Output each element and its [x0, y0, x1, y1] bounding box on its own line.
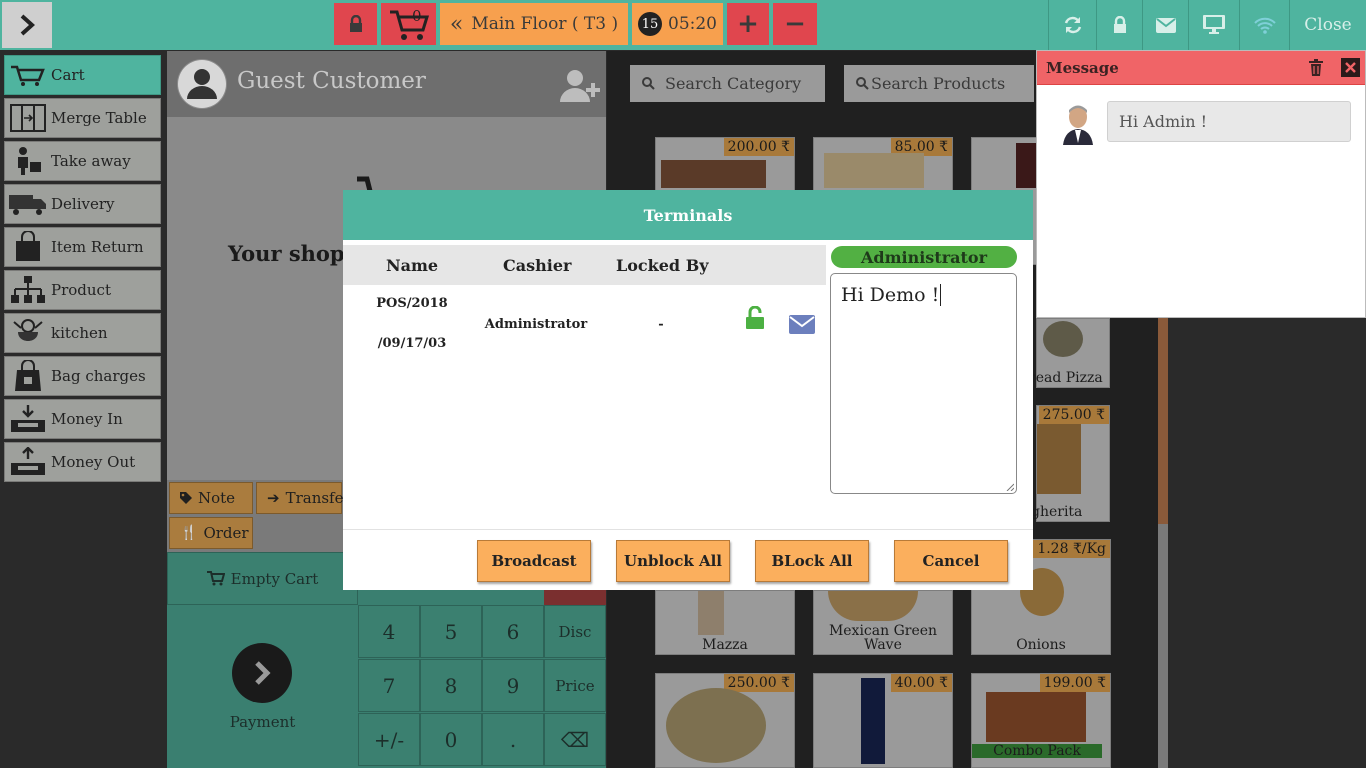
menu-toggle-button[interactable]: [2, 2, 52, 48]
cancel-button[interactable]: Cancel: [894, 540, 1008, 582]
timer-display: 15 05:20: [632, 3, 723, 45]
unlock-terminal-button[interactable]: [745, 305, 765, 334]
delete-messages-button[interactable]: [1309, 59, 1323, 80]
timer-value: 05:20: [668, 14, 717, 34]
message-terminal-button[interactable]: [789, 315, 815, 338]
terminal-locked-by: -: [658, 317, 664, 332]
terminals-modal: Terminals Name Cashier Locked By POS/201…: [343, 190, 1033, 590]
scrollbar-thumb[interactable]: [1158, 310, 1168, 524]
message-textarea-value: Hi Demo !: [841, 284, 940, 306]
floor-selector-button[interactable]: « Main Floor ( T3 ): [440, 3, 628, 45]
add-table-button[interactable]: +: [727, 3, 769, 45]
cart-count-button[interactable]: 0: [381, 3, 436, 45]
close-icon: [1345, 62, 1356, 73]
admin-avatar: [1061, 103, 1095, 145]
cart-count: 0: [412, 7, 422, 25]
product-price: 199.00 ₹: [1039, 674, 1110, 692]
top-bar: 0 « Main Floor ( T3 ) 15 05:20 + − Close: [0, 0, 1366, 50]
table-row: POS/2018 /09/17/03 Administrator -: [343, 285, 826, 375]
block-all-button[interactable]: BLock All: [755, 540, 869, 582]
chevron-right-icon: [20, 14, 35, 36]
column-header-locked-by: Locked By: [616, 255, 709, 275]
message-textarea[interactable]: Hi Demo !: [830, 273, 1017, 494]
unlock-icon: [746, 305, 764, 329]
lock-icon: [1113, 16, 1126, 33]
envelope-icon: [1155, 17, 1176, 33]
refresh-button[interactable]: [1048, 0, 1096, 50]
modal-footer-divider: [343, 529, 1033, 530]
product-price: 275.00 ₹: [1038, 406, 1109, 424]
messages-button[interactable]: [1142, 0, 1188, 50]
product-card[interactable]: read Pizza: [1029, 318, 1110, 388]
wifi-icon: [1253, 17, 1276, 34]
modal-header: Terminals: [343, 190, 1033, 240]
column-header-cashier: Cashier: [503, 255, 572, 275]
terminal-name-line1: POS/2018: [376, 296, 448, 311]
monitor-icon: [1203, 15, 1225, 34]
envelope-icon: [789, 315, 815, 334]
terminals-table-header: Name Cashier Locked By: [343, 245, 826, 285]
product-price: 1.28 ₹/Kg: [1033, 540, 1110, 558]
trash-icon: [1309, 59, 1323, 76]
message-panel-title: Message: [1046, 59, 1119, 77]
remove-table-button[interactable]: −: [773, 3, 817, 45]
message-panel: Message Hi Admin !: [1036, 50, 1366, 318]
wifi-status: [1239, 0, 1289, 50]
close-message-panel-button[interactable]: [1341, 58, 1360, 77]
message-panel-header: Message: [1037, 51, 1365, 85]
person-photo-icon: [1061, 103, 1095, 145]
double-chevron-left-icon: «: [449, 11, 464, 37]
unblock-all-button[interactable]: Unblock All: [616, 540, 730, 582]
timer-badge: 15: [638, 12, 662, 36]
product-image: [1043, 321, 1083, 357]
terminal-name-line2: /09/17/03: [377, 336, 447, 351]
terminal-cashier: Administrator: [484, 317, 588, 332]
terminals-button[interactable]: [1188, 0, 1239, 50]
product-name: gherita: [1031, 504, 1083, 520]
column-header-name: Name: [386, 255, 439, 275]
modal-title: Terminals: [643, 205, 733, 225]
recipient-label: Administrator: [831, 246, 1017, 268]
product-card[interactable]: 275.00 ₹ gherita: [1031, 405, 1110, 522]
refresh-icon: [1064, 16, 1081, 34]
floor-label: Main Floor ( T3 ): [471, 14, 619, 34]
product-name: read Pizza: [1029, 370, 1103, 386]
lock-icon: [349, 15, 362, 32]
message-bubble: Hi Admin !: [1107, 101, 1351, 142]
product-image: [1037, 424, 1081, 494]
broadcast-button[interactable]: Broadcast: [477, 540, 591, 582]
close-button[interactable]: Close: [1289, 0, 1366, 50]
lock-order-button[interactable]: [334, 3, 377, 45]
resize-handle-icon[interactable]: [1006, 483, 1014, 491]
lock-screen-button[interactable]: [1096, 0, 1142, 50]
cart-icon: [389, 10, 429, 40]
